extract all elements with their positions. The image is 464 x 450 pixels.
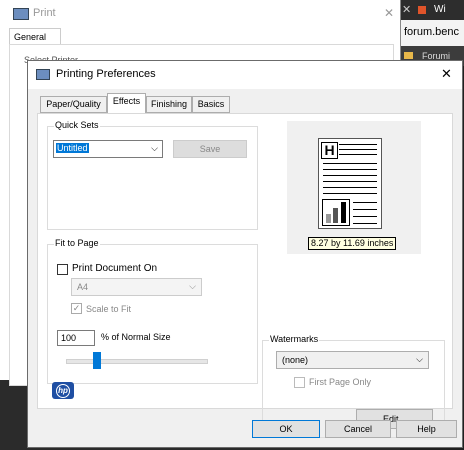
scale-slider-track[interactable] (66, 359, 208, 364)
text-line (323, 175, 377, 176)
text-line (323, 169, 377, 170)
scale-to-fit-label: Scale to Fit (86, 304, 132, 314)
scale-slider-thumb[interactable] (92, 352, 101, 369)
close-icon[interactable]: ✕ (384, 6, 394, 20)
page-preview-sheet: H (318, 138, 382, 229)
watermarks-label: Watermarks (269, 334, 320, 344)
effects-panel: Quick Sets Untitled ⌵ Save H 8.27 by 11.… (37, 113, 453, 438)
heading-glyph-icon: H (321, 142, 338, 159)
percent-value: 100 (61, 333, 77, 343)
quick-sets-label: Quick Sets (54, 120, 100, 130)
tab-basics[interactable]: Basics (192, 96, 230, 113)
tab-general-label: General (14, 32, 47, 42)
percent-input[interactable]: 100 (57, 330, 95, 346)
quick-sets-select[interactable]: Untitled ⌵ (53, 140, 163, 158)
text-line (323, 193, 377, 194)
close-icon[interactable]: ✕ (441, 66, 452, 82)
tab-effects[interactable]: Effects (107, 93, 146, 113)
paper-size-select[interactable]: A4 ⌵ (71, 278, 202, 296)
chevron-down-icon: ⌵ (189, 281, 196, 291)
browser-address-bar[interactable]: forum.benc (400, 20, 464, 46)
dialog-title: Printing Preferences (56, 68, 156, 80)
hp-logo: hp (52, 382, 74, 399)
printer-icon (36, 69, 50, 80)
cancel-button[interactable]: Cancel (325, 420, 391, 438)
text-line (339, 154, 377, 155)
text-line (339, 149, 377, 150)
chevron-down-icon: ⌵ (151, 143, 158, 153)
text-line (353, 209, 377, 210)
first-page-only-label: First Page Only (309, 377, 372, 387)
bar-chart-icon (322, 199, 350, 226)
tab-general[interactable]: General (9, 28, 61, 45)
browser-tab-label[interactable]: Wi (434, 4, 446, 15)
text-line (339, 144, 377, 145)
text-line (353, 216, 377, 217)
printer-icon (13, 8, 29, 20)
browser-tab-icon (418, 6, 426, 14)
folder-icon (404, 52, 413, 59)
watermark-select[interactable]: (none) ⌵ (276, 351, 429, 369)
tab-paper-quality[interactable]: Paper/Quality (40, 96, 107, 113)
tab-strip: Paper/Quality Effects Finishing Basics (40, 93, 280, 113)
title-bar: Printing Preferences ✕ (28, 61, 462, 89)
watermark-value: (none) (282, 355, 309, 365)
scale-to-fit-checkbox[interactable]: ✓ (71, 303, 82, 314)
help-button[interactable]: Help (396, 420, 457, 438)
printing-preferences-dialog: Printing Preferences ✕ Paper/Quality Eff… (27, 60, 463, 448)
quick-sets-value: Untitled (56, 143, 89, 153)
fit-to-page-label: Fit to Page (54, 238, 100, 248)
fit-to-page-group: Fit to Page Print Document On A4 ⌵ ✓ Sca… (47, 238, 258, 384)
first-page-only-checkbox[interactable] (294, 377, 305, 388)
hp-logo-mark: hp (56, 384, 70, 398)
browser-tab-bar: ✕ Wi (400, 0, 464, 20)
text-line (323, 163, 377, 164)
text-line (353, 223, 377, 224)
browser-url-text: forum.benc (404, 26, 460, 38)
chevron-down-icon: ⌵ (416, 354, 423, 364)
percent-label: % of Normal Size (101, 332, 171, 342)
ok-button[interactable]: OK (252, 420, 320, 438)
paper-size-value: A4 (77, 282, 89, 292)
save-button[interactable]: Save (173, 140, 247, 158)
text-line (323, 187, 377, 188)
print-document-on-checkbox[interactable] (57, 264, 68, 275)
tab-close-icon[interactable]: ✕ (402, 3, 411, 16)
quick-sets-group: Quick Sets Untitled ⌵ Save (47, 120, 258, 230)
page-size-label: 8.27 by 11.69 inches (308, 237, 397, 250)
print-dialog-title: Print (33, 7, 56, 19)
print-document-on-label: Print Document On (72, 263, 158, 274)
tab-finishing[interactable]: Finishing (146, 96, 192, 113)
text-line (323, 181, 377, 182)
page-preview: H 8.27 by 11.69 inches (287, 121, 421, 254)
text-line (353, 202, 377, 203)
